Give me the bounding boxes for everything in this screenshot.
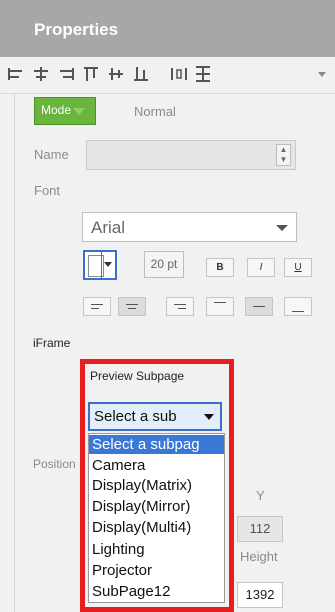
subpage-option[interactable]: Camera	[89, 456, 224, 475]
height-field[interactable]: 1392	[237, 582, 283, 608]
subpage-option[interactable]: Display(Mirror)	[89, 497, 224, 516]
font-color-picker[interactable]	[83, 250, 117, 280]
mode-value: Normal	[134, 104, 176, 119]
preview-subpage-label: Preview Subpage	[90, 369, 185, 383]
font-family-value: Arial	[91, 218, 126, 237]
align-left-icon[interactable]	[7, 65, 25, 83]
panel-title: Properties	[34, 20, 119, 39]
text-align-right-button[interactable]	[166, 297, 194, 316]
vertical-align-middle-button[interactable]	[245, 297, 273, 316]
text-align-left-button[interactable]	[83, 297, 111, 316]
panel-titlebar: Properties	[0, 0, 335, 57]
chevron-down-icon	[204, 414, 214, 420]
align-top-icon[interactable]	[82, 65, 100, 83]
mode-label: Mode	[41, 103, 72, 117]
vertical-align-bottom-button[interactable]	[284, 297, 312, 316]
distribute-vertical-icon[interactable]	[194, 65, 212, 83]
iframe-section-label: iFrame	[33, 336, 71, 350]
subpage-option[interactable]: Display(Multi4)	[89, 518, 224, 537]
subpage-option[interactable]: SubPage12	[89, 582, 224, 601]
bold-button[interactable]: B	[206, 258, 234, 277]
position-label: Position	[33, 457, 76, 471]
mode-dropdown-button[interactable]: Mode	[34, 97, 96, 125]
color-dropdown-icon[interactable]	[101, 252, 115, 278]
subpage-select-value: Select a sub	[94, 408, 177, 425]
align-center-icon[interactable]	[32, 65, 50, 83]
height-label: Height	[240, 549, 278, 564]
panel-border	[14, 93, 15, 612]
font-label: Font	[34, 183, 61, 198]
subpage-option[interactable]: Lighting	[89, 540, 224, 559]
align-right-icon[interactable]	[57, 65, 75, 83]
name-spinner[interactable]: ▲ ▼	[276, 144, 291, 166]
underline-button[interactable]: U	[284, 258, 312, 277]
chevron-down-icon	[276, 225, 288, 231]
y-label: Y	[256, 488, 265, 503]
text-align-center-button[interactable]	[118, 297, 146, 316]
alignment-toolbar	[0, 57, 335, 94]
mode-chevron-icon	[73, 108, 85, 115]
subpage-dropdown-list: Select a subpag Camera Display(Matrix) D…	[88, 433, 225, 603]
vertical-align-top-button[interactable]	[206, 297, 234, 316]
subpage-option[interactable]: Projector	[89, 561, 224, 580]
name-label: Name	[34, 147, 69, 162]
name-input[interactable]: ▲ ▼	[86, 140, 296, 170]
align-middle-icon[interactable]	[107, 65, 125, 83]
y-field[interactable]: 112	[237, 516, 283, 542]
font-size-field[interactable]: 20 pt	[144, 251, 184, 278]
subpage-select[interactable]: Select a sub	[88, 402, 222, 431]
distribute-horizontal-icon[interactable]	[170, 65, 188, 83]
subpage-option[interactable]: Select a subpag	[89, 435, 224, 454]
align-bottom-icon[interactable]	[132, 65, 150, 83]
italic-button[interactable]: I	[247, 258, 275, 277]
subpage-option[interactable]: Display(Matrix)	[89, 476, 224, 495]
chevron-down-icon[interactable]	[313, 65, 331, 83]
font-family-select[interactable]: Arial	[82, 212, 297, 242]
